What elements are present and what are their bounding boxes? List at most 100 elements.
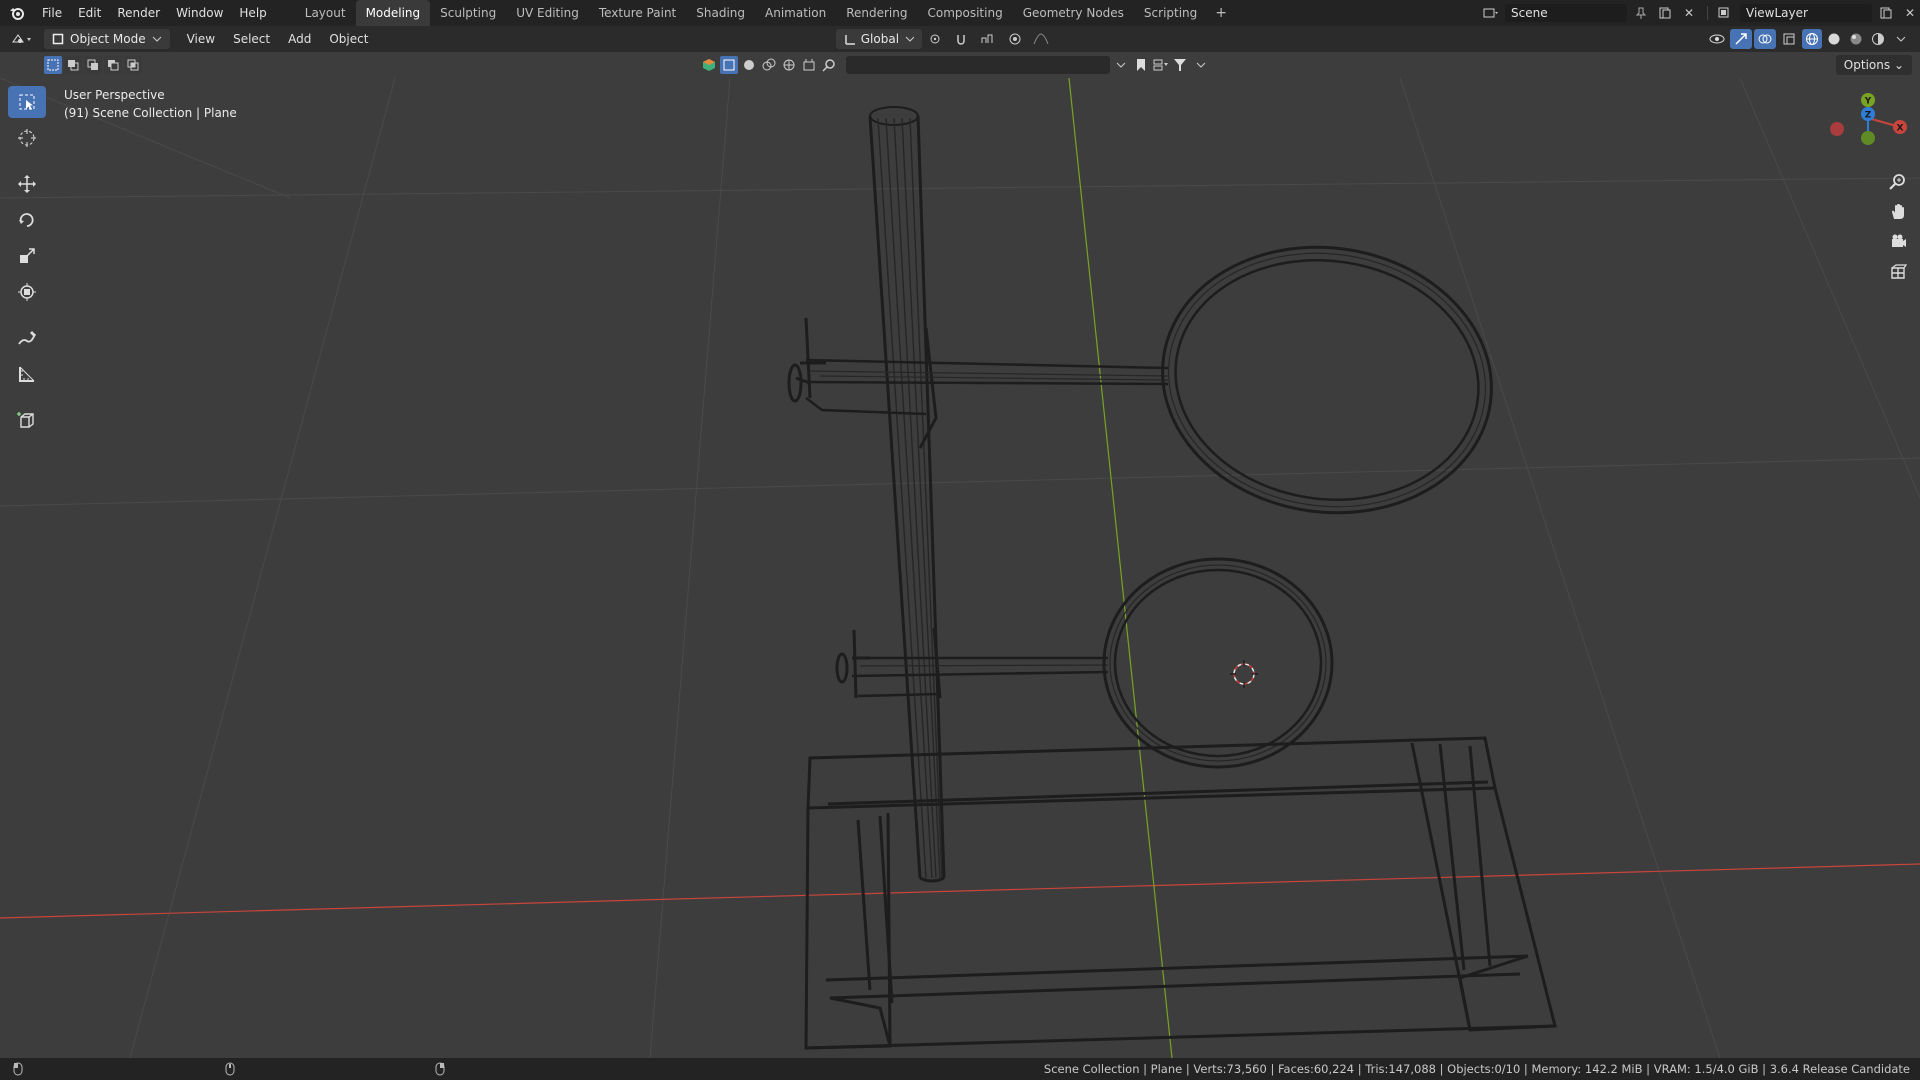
bookmark-icon[interactable] [1132, 56, 1150, 74]
display-mode-icon-2[interactable] [760, 56, 778, 74]
tab-scripting[interactable]: Scripting [1134, 0, 1207, 26]
editor-type-icon[interactable] [6, 29, 40, 49]
shading-options-icon[interactable] [1890, 29, 1912, 49]
transform-icon[interactable] [8, 276, 46, 308]
menu-edit[interactable]: Edit [70, 0, 109, 26]
gizmo-toggle-icon[interactable] [1730, 29, 1752, 49]
mouse-left-icon [10, 1061, 26, 1077]
chevron-down-icon[interactable] [1192, 56, 1210, 74]
camera-icon[interactable] [1884, 230, 1912, 254]
xray-toggle-icon[interactable] [1778, 29, 1800, 49]
add-cube-icon[interactable] [8, 404, 46, 436]
box-select-icon[interactable] [720, 56, 738, 74]
perspective-label: User Perspective [64, 88, 165, 102]
object-type-visibility-icon[interactable] [700, 56, 718, 74]
gizmo-neg-x-icon[interactable] [1830, 122, 1844, 136]
mode-select[interactable]: Object Mode [44, 29, 170, 49]
chevron-down-icon: ⌄ [1893, 58, 1904, 72]
tab-layout[interactable]: Layout [295, 0, 356, 26]
material-shading-icon[interactable] [1846, 29, 1866, 49]
display-mode-icon-4[interactable] [800, 56, 818, 74]
menu-window[interactable]: Window [168, 0, 231, 26]
tool-divider [8, 158, 46, 164]
svg-text:X: X [1897, 124, 1904, 134]
delete-view-layer-icon[interactable]: ✕ [1900, 4, 1920, 22]
select-invert-icon[interactable] [104, 56, 122, 74]
tab-animation[interactable]: Animation [755, 0, 836, 26]
snap-target-icon[interactable] [978, 29, 1000, 49]
tab-shading[interactable]: Shading [686, 0, 755, 26]
rotate-icon[interactable] [8, 204, 46, 236]
sort-icon[interactable] [1152, 56, 1170, 74]
chevron-down-icon[interactable] [1112, 56, 1130, 74]
visibility-icon[interactable] [1706, 29, 1728, 49]
tab-uv-editing[interactable]: UV Editing [506, 0, 589, 26]
menu-view[interactable]: View [178, 32, 224, 46]
snap-icon[interactable] [952, 29, 974, 49]
grid-ortho-icon[interactable] [1884, 260, 1912, 284]
transform-orientation-select[interactable]: Global [836, 29, 922, 49]
scene-name-field[interactable]: Scene [1505, 4, 1627, 22]
display-mode-icon-1[interactable] [740, 56, 758, 74]
tab-modeling[interactable]: Modeling [355, 0, 431, 26]
new-view-layer-icon[interactable] [1876, 4, 1896, 22]
add-workspace-icon[interactable]: + [1207, 5, 1235, 21]
overlay-toggle-icon[interactable] [1754, 29, 1776, 49]
pivot-point-icon[interactable] [926, 29, 948, 49]
viewport-header: Object Mode View Select Add Object Globa… [0, 26, 1920, 52]
viewport-header-right [1706, 29, 1912, 49]
menu-add[interactable]: Add [279, 32, 320, 46]
scene-browse-icon[interactable] [1481, 4, 1501, 22]
options-label: Options [1843, 58, 1891, 72]
tab-geometry-nodes[interactable]: Geometry Nodes [1013, 0, 1134, 26]
tab-sculpting[interactable]: Sculpting [430, 0, 506, 26]
display-mode-icon-3[interactable] [780, 56, 798, 74]
menu-render[interactable]: Render [109, 0, 168, 26]
tool-shelf [8, 86, 46, 436]
navigation-gizmo[interactable]: Y Z X [1820, 88, 1910, 168]
pin-icon[interactable] [1631, 4, 1651, 22]
annotate-icon[interactable] [8, 322, 46, 354]
menu-select[interactable]: Select [224, 32, 279, 46]
main-menu: File Edit Render Window Help [34, 0, 275, 26]
scene-name: Scene [1511, 6, 1548, 20]
delete-scene-icon[interactable]: ✕ [1679, 4, 1699, 22]
select-subtract-icon[interactable] [84, 56, 102, 74]
svg-text:Y: Y [1864, 97, 1872, 107]
search-input[interactable] [846, 56, 1110, 74]
filter-icon[interactable] [1172, 56, 1190, 74]
filter-tools [700, 56, 1210, 74]
proportional-edit-icon[interactable] [1004, 29, 1026, 49]
viewport-canvas[interactable] [0, 78, 1920, 1058]
select-intersect-icon[interactable] [124, 56, 142, 74]
pan-hand-icon[interactable] [1884, 200, 1912, 224]
measure-icon[interactable] [8, 358, 46, 390]
view-layer-browse-icon[interactable] [1716, 4, 1736, 22]
tab-compositing[interactable]: Compositing [917, 0, 1012, 26]
move-icon[interactable] [8, 168, 46, 200]
menu-file[interactable]: File [34, 0, 70, 26]
gizmo-neg-y-icon[interactable] [1861, 131, 1875, 145]
tool-divider [8, 394, 46, 400]
view-layer-field[interactable]: ViewLayer [1740, 4, 1872, 22]
rendered-shading-icon[interactable] [1868, 29, 1888, 49]
menu-object[interactable]: Object [320, 32, 377, 46]
new-scene-icon[interactable] [1655, 4, 1675, 22]
options-dropdown[interactable]: Options ⌄ [1835, 55, 1912, 75]
select-extend-icon[interactable] [64, 56, 82, 74]
search-icon[interactable] [820, 56, 838, 74]
menu-help[interactable]: Help [231, 0, 274, 26]
scale-icon[interactable] [8, 240, 46, 272]
falloff-icon[interactable] [1030, 29, 1052, 49]
tab-texture-paint[interactable]: Texture Paint [589, 0, 686, 26]
wireframe-shading-icon[interactable] [1802, 29, 1822, 49]
select-box-icon[interactable] [8, 86, 46, 118]
workspace-tabs: Layout Modeling Sculpting UV Editing Tex… [295, 0, 1235, 26]
select-new-icon[interactable] [44, 56, 62, 74]
cursor-icon[interactable] [8, 122, 46, 154]
solid-shading-icon[interactable] [1824, 29, 1844, 49]
tab-rendering[interactable]: Rendering [836, 0, 917, 26]
zoom-icon[interactable] [1884, 170, 1912, 194]
blender-logo-icon[interactable] [0, 0, 34, 26]
top-right-controls: Scene ✕ ViewLayer ✕ [1481, 0, 1920, 26]
